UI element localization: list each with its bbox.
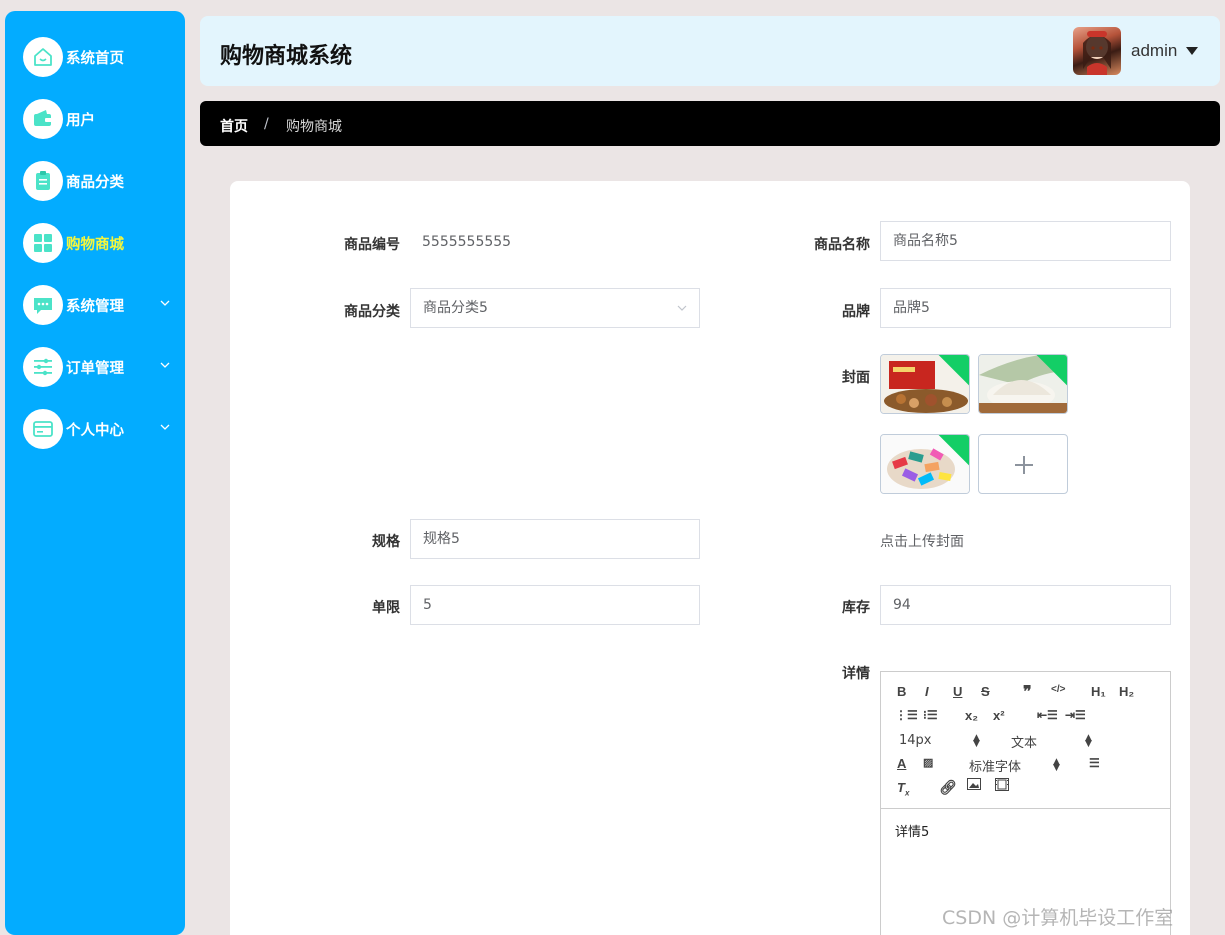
updown-icon: ▲ ▼ [1085,733,1092,749]
sidebar-item-label: 个人中心 [66,422,124,439]
user-name[interactable]: admin [1131,41,1177,61]
header-picker[interactable]: 文本 [1011,732,1037,751]
underline-icon[interactable]: U [953,684,962,699]
product-name-input[interactable]: 商品名称5 [880,221,1171,261]
editor-content[interactable]: 详情5 [881,809,1170,852]
updown-icon: ▲ ▼ [1053,757,1060,773]
sidebar-item-category[interactable]: 商品分类 [5,161,185,201]
superscript-icon[interactable]: x² [993,708,1005,723]
plus-icon-vertical [1023,456,1025,474]
bold-icon[interactable]: B [897,684,906,699]
sidebar-item-label: 订单管理 [66,360,124,377]
upload-cover-button[interactable] [978,434,1068,494]
brand-input[interactable]: 品牌5 [880,288,1171,328]
breadcrumb-home[interactable]: 首页 [220,116,248,136]
bullet-list-icon[interactable]: ⁝☰ [923,708,938,722]
card-icon [23,409,63,449]
cover-image-2[interactable] [978,354,1068,414]
cover-label: 封面 [842,370,870,386]
sidebar-item-profile[interactable]: 个人中心 [5,409,185,449]
grid-icon [23,223,63,263]
wallet-icon [23,99,63,139]
brand-label: 品牌 [842,304,870,320]
font-size-picker[interactable]: 14px [899,733,932,748]
app-title: 购物商城系统 [220,44,353,69]
home-icon [23,37,63,77]
sidebar-item-label: 商品分类 [66,174,124,191]
chevron-down-icon [160,362,170,368]
sidebar-item-system[interactable]: 系统管理 [5,285,185,325]
breadcrumb: 首页 / 购物商城 [200,101,1220,146]
italic-icon[interactable]: I [925,684,929,699]
chevron-down-icon [677,305,687,311]
background-color-icon[interactable]: ▨ [923,756,933,769]
breadcrumb-separator: / [264,116,269,132]
stock-input[interactable]: 94 [880,585,1171,625]
sliders-icon [23,347,63,387]
heading-2-icon[interactable]: H₂ [1119,684,1134,699]
sidebar-item-home[interactable]: 系统首页 [5,37,185,77]
watermark: CSDN @计算机毕设工作室 [942,907,1174,929]
sidebar: 系统首页 用户 商品分类 购物商城 系统管理 订单管理 个人中心 [5,11,185,935]
cover-upload-hint: 点击上传封面 [880,534,964,550]
category-label: 商品分类 [344,304,400,320]
limit-input[interactable]: 5 [410,585,700,625]
caret-down-icon[interactable] [1186,47,1198,55]
detail-label: 详情 [842,666,870,682]
cover-image-3[interactable] [880,434,970,494]
indent-icon[interactable]: ⇥☰ [1065,708,1086,722]
limit-label: 单限 [372,600,400,616]
cover-image-1[interactable] [880,354,970,414]
spec-label: 规格 [372,534,400,550]
image-icon[interactable] [967,778,981,793]
sidebar-item-orders[interactable]: 订单管理 [5,347,185,387]
link-icon[interactable]: 🔗︎ [939,779,957,796]
font-color-icon[interactable]: A [897,756,906,771]
spec-input[interactable]: 规格5 [410,519,700,559]
product-name-label: 商品名称 [814,237,870,253]
editor-toolbar: B I U S ❞ </> H₁ H₂ ⋮☰ ⁝☰ x₂ x² ⇤☰ ⇥☰ 14… [881,672,1170,809]
align-icon[interactable]: ☰ [1089,756,1100,770]
updown-icon: ▲ ▼ [973,733,980,749]
rich-text-editor: B I U S ❞ </> H₁ H₂ ⋮☰ ⁝☰ x₂ x² ⇤☰ ⇥☰ 14… [880,671,1171,935]
code-block-icon[interactable]: </> [1051,684,1065,695]
sidebar-item-label: 系统管理 [66,298,124,315]
sidebar-item-label: 购物商城 [66,236,124,253]
sidebar-item-users[interactable]: 用户 [5,99,185,139]
video-icon[interactable] [995,778,1009,794]
blockquote-icon[interactable]: ❞ [1023,682,1032,702]
chevron-down-icon [160,424,170,430]
product-form-card: 商品编号 5555555555 商品名称 商品名称5 商品分类 商品分类5 品牌… [230,181,1190,935]
sidebar-item-label: 用户 [66,112,95,129]
ordered-list-icon[interactable]: ⋮☰ [895,708,918,722]
product-code-label: 商品编号 [344,237,400,253]
heading-1-icon[interactable]: H₁ [1091,684,1106,699]
clipboard-icon [23,161,63,201]
category-select[interactable]: 商品分类5 [410,288,700,328]
sidebar-item-mall[interactable]: 购物商城 [5,223,185,263]
subscript-icon[interactable]: x₂ [965,708,978,723]
stock-label: 库存 [842,600,870,616]
strike-icon[interactable]: S [981,684,990,699]
clear-format-icon[interactable]: Tx [897,780,909,798]
breadcrumb-current: 购物商城 [286,119,342,135]
top-header: 购物商城系统 admin [200,16,1220,86]
font-family-picker[interactable]: 标准字体 [969,756,1021,775]
product-code-value: 5555555555 [422,234,512,250]
chat-icon [23,285,63,325]
category-select-value: 商品分类5 [423,300,488,316]
sidebar-item-label: 系统首页 [66,50,124,67]
outdent-icon[interactable]: ⇤☰ [1037,708,1058,722]
chevron-down-icon [160,300,170,306]
avatar[interactable] [1073,27,1121,75]
